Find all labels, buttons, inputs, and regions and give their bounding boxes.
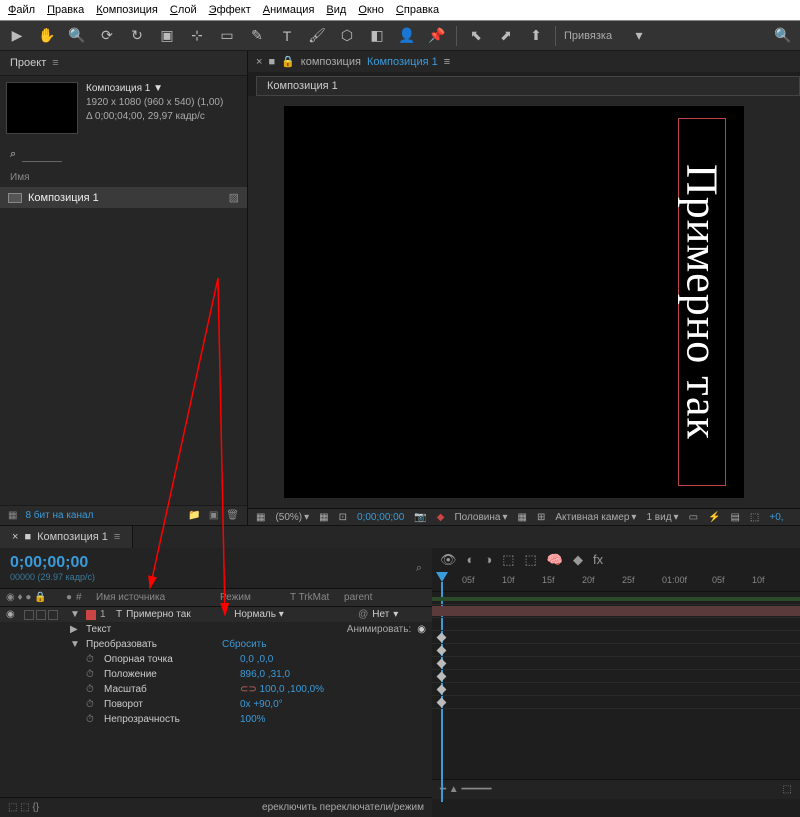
toggle-switches-icon[interactable]: ⬚ ⬚ {} [8, 802, 39, 813]
annotation-overlay [0, 0, 800, 789]
timeline-footer: ⬚ ⬚ {} ереключить переключатели/режим [0, 797, 432, 817]
toggle-switches-button[interactable]: ереключить переключатели/режим [262, 802, 424, 813]
